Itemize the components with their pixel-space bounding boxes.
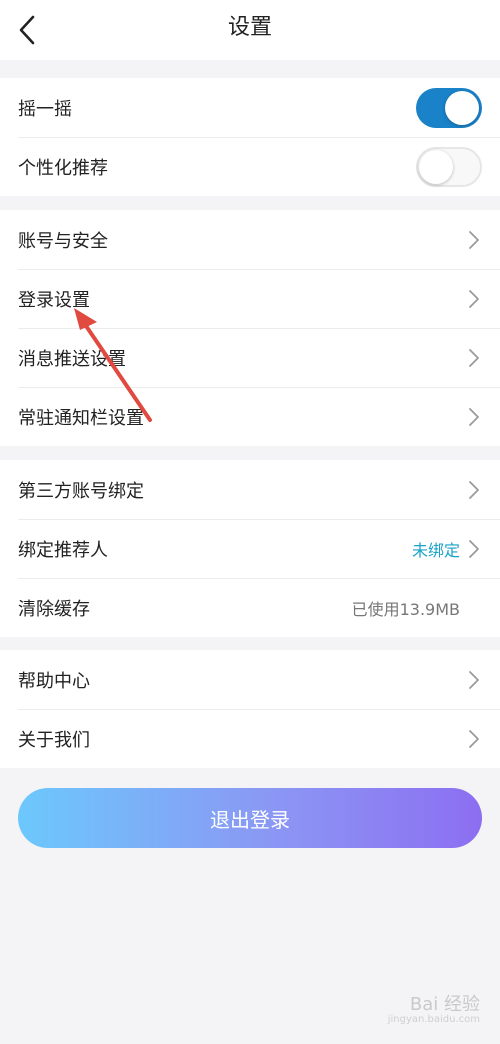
chevron-right-icon (468, 347, 482, 369)
shake-toggle[interactable] (416, 87, 482, 128)
bind-referrer-label: 绑定推荐人 (18, 539, 108, 561)
account-group: 账号与安全 登录设置 消息推送设置 常驻通知栏设置 (0, 210, 500, 446)
toggle-knob (445, 90, 479, 125)
personalized-recommend-toggle[interactable] (416, 146, 482, 187)
help-group: 帮助中心 关于我们 (0, 650, 500, 768)
top-bar: 设置 (0, 0, 500, 60)
login-settings-item[interactable]: 登录设置 (0, 269, 500, 328)
cache-size-value: 已使用13.9MB (351, 599, 460, 619)
watermark-text: Bai 经验 (409, 994, 480, 1015)
help-center-label: 帮助中心 (18, 670, 90, 692)
chevron-right-icon (468, 669, 482, 691)
account-security-item[interactable]: 账号与安全 (0, 210, 500, 269)
chevron-right-icon (468, 406, 482, 428)
account-security-label: 账号与安全 (18, 230, 108, 252)
third-party-binding-item[interactable]: 第三方账号绑定 (0, 460, 500, 519)
clear-cache-item[interactable]: 清除缓存 已使用13.9MB (0, 578, 500, 637)
page-title: 设置 (227, 15, 272, 40)
personalized-recommend-row: 个性化推荐 (0, 137, 500, 196)
chevron-right-icon (468, 538, 482, 560)
misc-group: 第三方账号绑定 绑定推荐人 未绑定 清除缓存 已使用13.9MB (0, 460, 500, 637)
push-notification-settings-item[interactable]: 消息推送设置 (0, 328, 500, 387)
logout-button[interactable]: 退出登录 (18, 788, 482, 848)
persistent-notification-settings-item[interactable]: 常驻通知栏设置 (0, 387, 500, 446)
watermark-subtext: jingyan.baidu.com (387, 1014, 480, 1025)
bind-referrer-status: 未绑定 (411, 540, 460, 560)
clear-cache-label: 清除缓存 (18, 598, 90, 620)
personalized-recommend-label: 个性化推荐 (18, 157, 108, 179)
chevron-right-icon (468, 728, 482, 750)
shake-row: 摇一摇 (0, 78, 500, 137)
third-party-binding-label: 第三方账号绑定 (18, 480, 144, 502)
toggle-knob (419, 149, 453, 184)
about-us-item[interactable]: 关于我们 (0, 709, 500, 768)
watermark: Bai 经验 jingyan.baidu.com (388, 990, 480, 1025)
chevron-right-icon (468, 288, 482, 310)
help-center-item[interactable]: 帮助中心 (0, 650, 500, 709)
bind-referrer-item[interactable]: 绑定推荐人 未绑定 (0, 519, 500, 578)
chevron-right-icon (468, 479, 482, 501)
login-settings-label: 登录设置 (18, 289, 90, 311)
persistent-notification-settings-label: 常驻通知栏设置 (18, 407, 144, 429)
about-us-label: 关于我们 (18, 729, 90, 751)
chevron-right-icon (468, 229, 482, 251)
push-notification-settings-label: 消息推送设置 (18, 348, 126, 370)
toggle-group: 摇一摇 个性化推荐 (0, 78, 500, 196)
shake-label: 摇一摇 (18, 98, 72, 120)
